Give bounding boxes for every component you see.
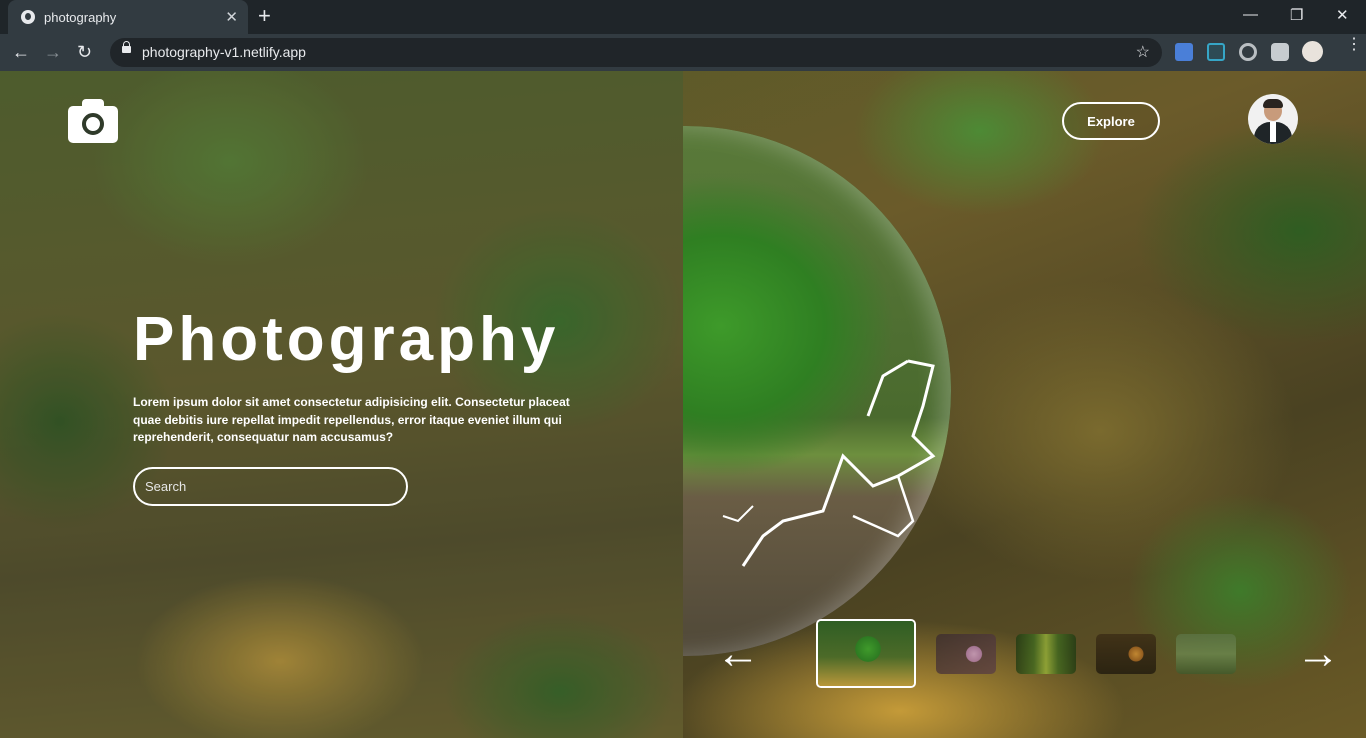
tab-close-icon[interactable]: ✕: [225, 8, 238, 26]
back-button[interactable]: ←: [12, 41, 30, 63]
glass-orb-image: [683, 126, 951, 656]
extension-circle-icon[interactable]: [1239, 43, 1257, 61]
thumbnail-tree-orb[interactable]: [816, 619, 916, 688]
thumbnail-forest-road[interactable]: [1016, 634, 1076, 674]
thumbnail-misty-field[interactable]: [1176, 634, 1236, 674]
carousel-prev-arrow-icon[interactable]: ←: [716, 632, 760, 676]
explore-button[interactable]: Explore: [1062, 102, 1160, 140]
hero-title: Photography: [133, 305, 560, 374]
new-tab-button[interactable]: +: [258, 5, 271, 27]
minimize-button[interactable]: —: [1243, 6, 1258, 23]
extension-n-icon[interactable]: [1207, 43, 1225, 61]
browser-tab[interactable]: photography ✕: [8, 0, 248, 34]
menu-dots-icon[interactable]: ⋮: [1346, 37, 1362, 53]
lock-icon: [122, 41, 131, 53]
browser-toolbar: ← → ↻ photography-v1.netlify.app ☆ ⋮: [0, 34, 1366, 71]
tab-title: photography: [44, 10, 117, 25]
thumbnail-flower[interactable]: [936, 634, 996, 674]
close-window-button[interactable]: ✕: [1336, 6, 1349, 24]
thumbnail-sunset-tree[interactable]: [1096, 634, 1156, 674]
camera-logo-icon[interactable]: [68, 99, 118, 143]
browser-tabstrip: photography ✕ + — ❐ ✕: [0, 0, 1366, 34]
address-bar[interactable]: photography-v1.netlify.app ☆: [110, 38, 1162, 67]
bookmark-star-icon[interactable]: ☆: [1136, 42, 1150, 62]
extensions-puzzle-icon[interactable]: [1271, 43, 1289, 61]
search-input[interactable]: [133, 467, 408, 506]
url-text: photography-v1.netlify.app: [142, 44, 306, 60]
forward-button[interactable]: →: [44, 41, 62, 63]
crack-lines: [722, 359, 936, 567]
profile-avatar-icon[interactable]: [1302, 41, 1323, 62]
globe-icon: [21, 10, 35, 24]
carousel-next-arrow-icon[interactable]: →: [1296, 632, 1340, 676]
reload-button[interactable]: ↻: [77, 41, 92, 63]
page: Photography Lorem ipsum dolor sit amet c…: [0, 71, 1366, 738]
translate-extension-icon[interactable]: [1175, 43, 1193, 61]
restore-button[interactable]: ❐: [1290, 6, 1303, 24]
user-avatar[interactable]: [1248, 94, 1298, 144]
hero-description: Lorem ipsum dolor sit amet consectetur a…: [133, 395, 570, 444]
